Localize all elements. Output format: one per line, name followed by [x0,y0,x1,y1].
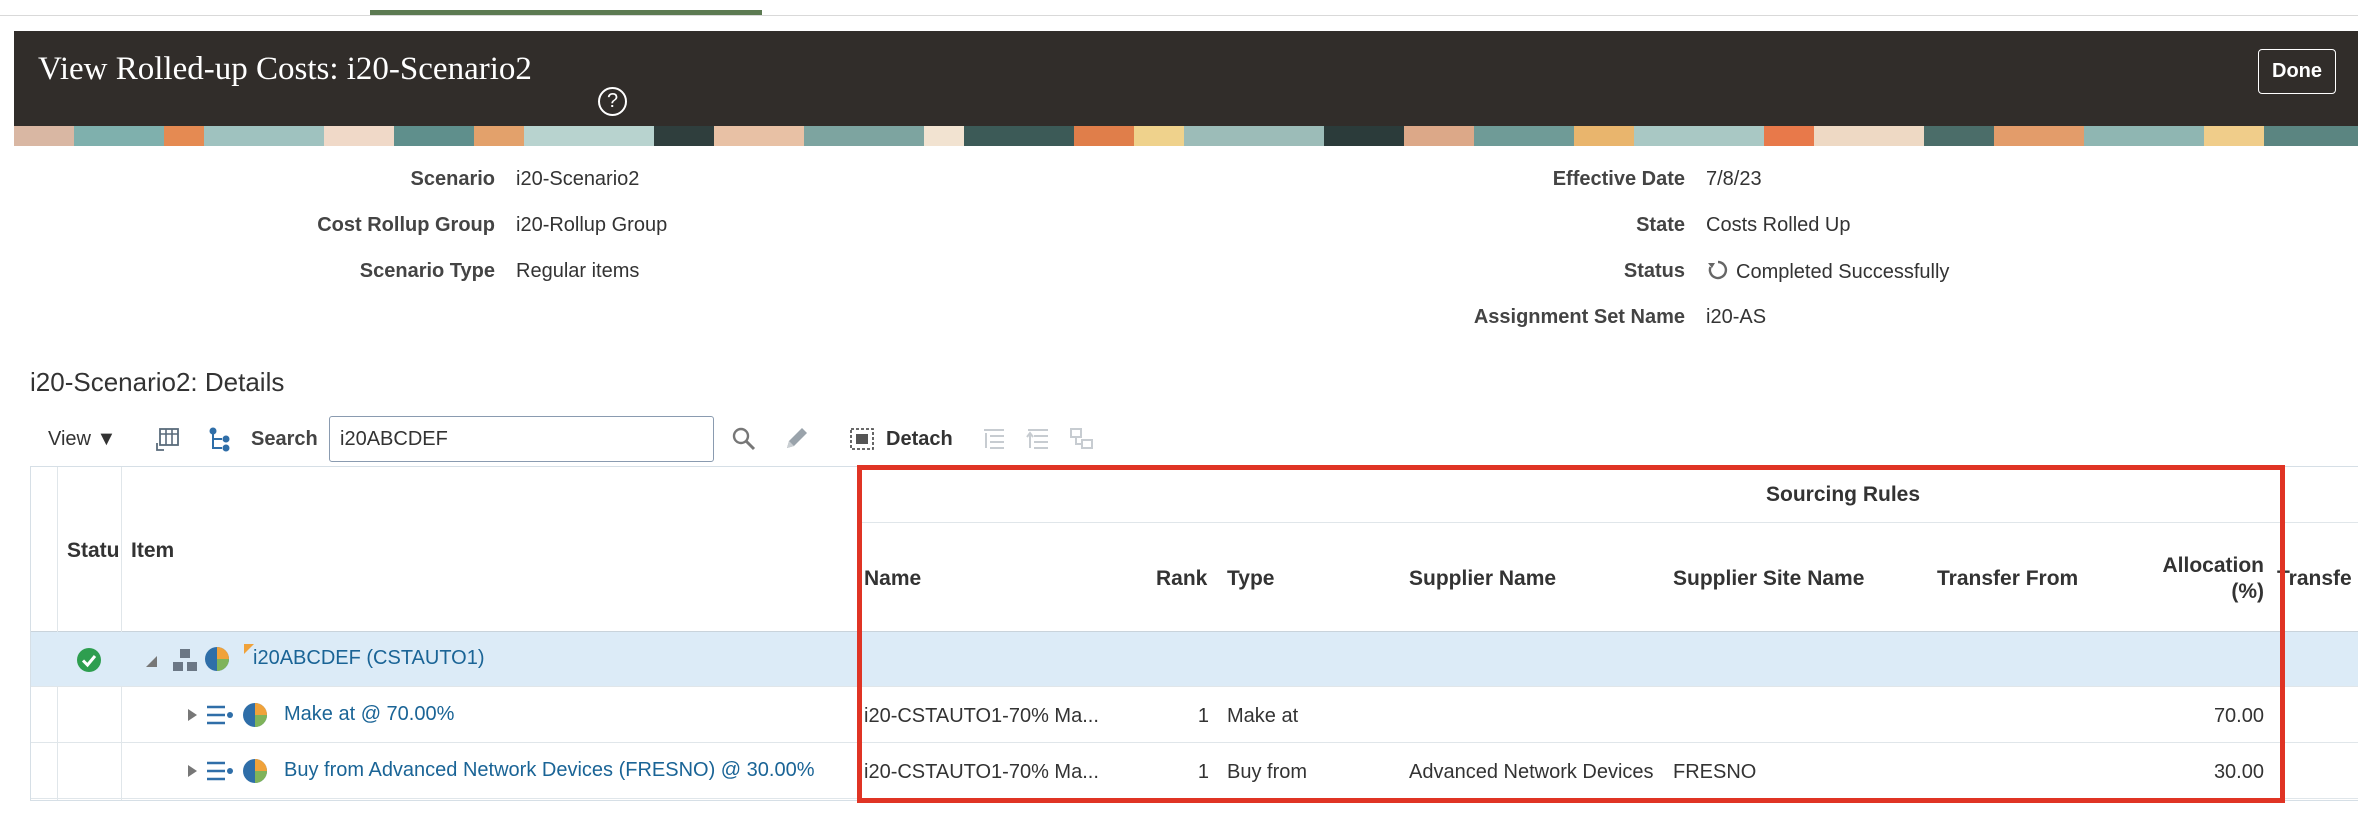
allocation-value: 30.00 [2213,761,2264,783]
cost-rollup-group-label: Cost Rollup Group [317,214,495,236]
effective-date-label: Effective Date [1552,168,1685,190]
allocation-header-line1: Allocation [2162,554,2264,577]
search-icon[interactable] [730,425,758,453]
transfer-column-header-truncated[interactable]: Transfe [2277,567,2352,591]
type-value: Buy from [1227,761,1308,783]
status-column-header[interactable]: Statu [67,539,120,563]
item-column-header[interactable]: Item [131,539,174,563]
scroll-to-first-icon[interactable] [1068,425,1096,453]
expand-triangle-icon[interactable] [185,763,199,779]
rule-flow-icon [207,761,233,781]
row-separator [31,798,2358,799]
allocation-value: 70.00 [2213,705,2264,727]
rolled-up-costs-tree-table: Sourcing Rules Statu Item Name Rank Type… [30,466,2358,801]
detach-icon[interactable] [848,425,876,453]
state-value: Costs Rolled Up [1706,214,1851,236]
edit-pencil-icon[interactable] [782,425,810,453]
assignment-set-name-label: Assignment Set Name [1473,306,1685,328]
page-title: View Rolled-up Costs: i20-Scenario2 [38,51,532,87]
sourcing-rule-name: i20-CSTAUTO1-70% Ma... [864,705,1099,727]
effective-date-value: 7/8/23 [1706,168,1762,190]
decorative-banner [14,126,2358,146]
rank-value: 1 [1197,761,1209,783]
assignment-set-name-value: i20-AS [1706,306,1767,328]
cost-pie-icon [205,647,229,671]
hierarchy-icon[interactable] [206,425,234,453]
rank-column-header[interactable]: Rank [1156,567,1207,591]
search-input[interactable] [329,416,714,462]
status-label: Status [1623,260,1685,282]
status-value: Completed Successfully [1736,261,1950,283]
supplier-site-value: FRESNO [1673,761,1757,783]
search-label: Search [251,428,318,450]
detach-button[interactable]: Detach [886,428,953,451]
status-value-group: Completed Successfully [1706,258,1949,284]
item-link[interactable]: Make at @ 70.00% [284,703,454,726]
allocation-column-header[interactable]: Allocation (%) [2111,553,2264,605]
scenario-type-value: Regular items [516,260,640,282]
expand-triangle-icon[interactable] [185,707,199,723]
transfer-from-column-header[interactable]: Transfer From [1937,567,2078,591]
supplier-name-column-header[interactable]: Supplier Name [1409,567,1556,591]
supplier-name-value: Advanced Network Devices [1409,761,1654,783]
allocation-header-line2: (%) [2231,580,2264,603]
type-value: Make at [1227,705,1299,727]
done-button[interactable]: Done [2258,49,2336,94]
active-tab-indicator [370,10,762,15]
item-link[interactable]: Buy from Advanced Network Devices (FRESN… [284,759,815,782]
view-menu-button[interactable]: View ▼ [48,428,116,451]
scenario-type-label: Scenario Type [359,260,495,282]
cost-rollup-group-value: i20-Rollup Group [516,214,668,236]
freeze-columns-icon[interactable] [154,425,182,453]
details-toolbar: View ▼ Search Detach [30,416,1230,462]
rank-value: 1 [1197,705,1209,727]
name-column-header[interactable]: Name [864,567,921,591]
top-tab-strip [0,0,2358,16]
group-header-separator [859,522,2358,523]
success-check-icon [77,648,101,672]
collapse-triangle-icon[interactable] [143,653,159,669]
item-link[interactable]: i20ABCDEF (CSTAUTO1) [253,647,485,670]
rule-flow-icon [207,705,233,725]
cost-pie-icon [243,759,267,783]
refresh-status-icon [1708,260,1728,280]
expand-all-icon[interactable] [980,425,1008,453]
type-column-header[interactable]: Type [1227,567,1274,591]
details-section-title: i20-Scenario2: Details [30,367,285,397]
structure-icon [173,649,197,671]
state-label: State [1636,214,1685,236]
sourcing-rule-name: i20-CSTAUTO1-70% Ma... [864,761,1099,783]
help-icon[interactable]: ? [598,87,627,116]
scenario-value: i20-Scenario2 [516,168,640,190]
supplier-site-name-column-header[interactable]: Supplier Site Name [1673,567,1864,591]
sourcing-rules-group-header: Sourcing Rules [1766,483,1921,506]
collapse-all-icon[interactable] [1024,425,1052,453]
scenario-label: Scenario [410,168,495,190]
page-header: View Rolled-up Costs: i20-Scenario2 ? Do… [14,31,2358,146]
cost-pie-icon [243,703,267,727]
